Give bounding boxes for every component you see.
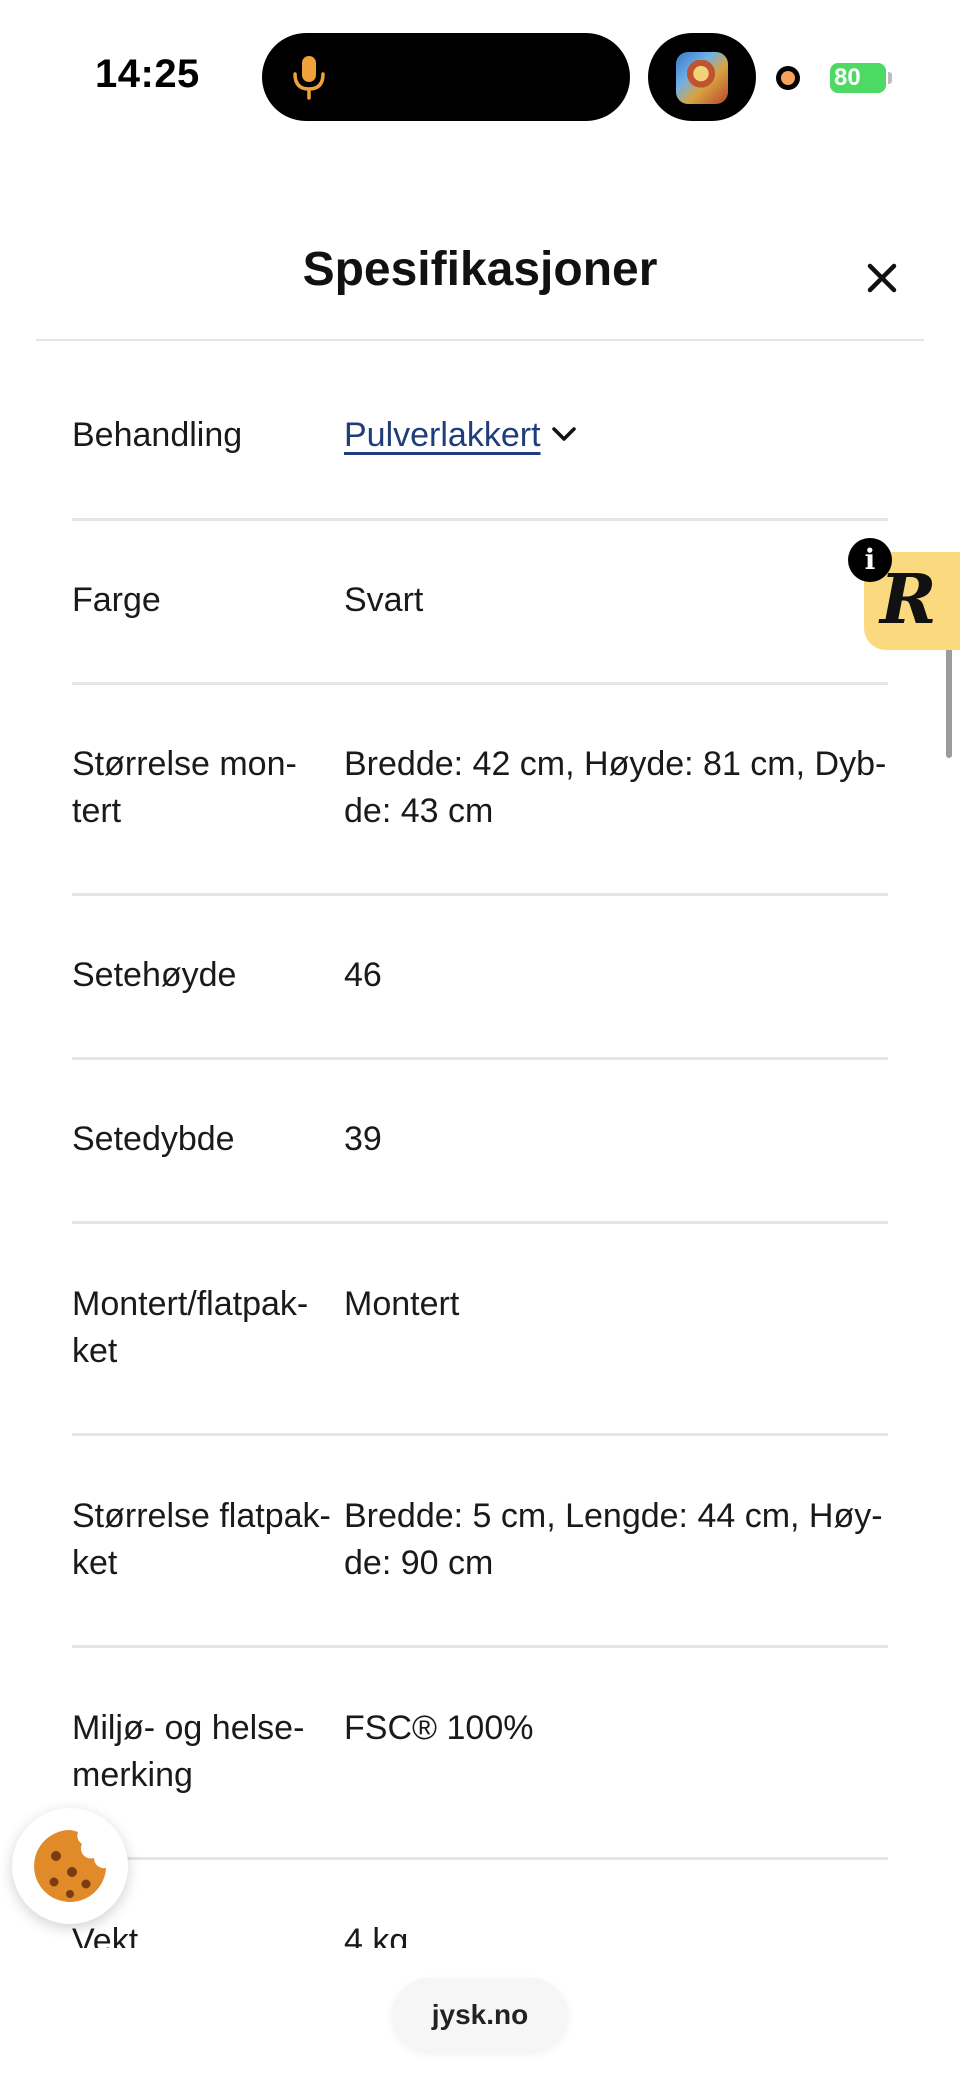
spec-value: Bredde: 5 cm, Lengde: 44 cm, Høy-de: 90 … xyxy=(344,1497,883,1582)
battery-tip xyxy=(888,72,892,84)
spec-row-montert: Montert/flatpak-ket Montert xyxy=(72,1224,888,1436)
spec-row-setehoyde: Setehøyde 46 xyxy=(72,896,888,1060)
spec-label: Størrelse mon-tert xyxy=(72,745,297,830)
header-divider xyxy=(36,339,924,341)
spec-list: Behandling Pulverlakkert Farge Svart Stø… xyxy=(72,342,888,2020)
recording-indicator-icon xyxy=(776,66,800,90)
spec-value: 46 xyxy=(344,956,382,994)
spec-row-storrelse-flatpakket: Størrelse flatpak-ket Bredde: 5 cm, Leng… xyxy=(72,1436,888,1648)
status-bar: 14:25 80 xyxy=(0,0,960,150)
cookie-settings-button[interactable] xyxy=(12,1808,128,1924)
spec-label: Setedybde xyxy=(72,1120,235,1158)
spec-value: Bredde: 42 cm, Høyde: 81 cm, Dyb-de: 43 … xyxy=(344,745,887,830)
spec-row-storrelse-montert: Størrelse mon-tert Bredde: 42 cm, Høyde:… xyxy=(72,685,888,896)
status-time: 14:25 xyxy=(95,52,200,96)
spec-label: Størrelse flatpak-ket xyxy=(72,1497,331,1582)
spec-value: Pulverlakkert xyxy=(344,412,888,518)
spec-value: 39 xyxy=(344,1120,382,1158)
spec-label: Farge xyxy=(72,581,161,619)
spec-label: Setehøyde xyxy=(72,956,237,994)
spec-row-farge: Farge Svart xyxy=(72,521,888,685)
url-bar[interactable]: jysk.no xyxy=(392,1978,568,2052)
cookie-icon xyxy=(34,1830,106,1902)
page-title: Spesifikasjoner xyxy=(302,243,658,296)
microphone-icon xyxy=(293,56,325,100)
battery-level: 80 xyxy=(834,64,861,91)
battery-indicator: 80 xyxy=(830,63,886,93)
spec-label: Behandling xyxy=(72,416,243,454)
spec-value: Montert xyxy=(344,1285,460,1323)
info-icon[interactable]: i xyxy=(848,538,892,582)
close-icon[interactable] xyxy=(862,258,902,298)
spec-value: Svart xyxy=(344,581,424,619)
spec-row-miljo: Miljø- og helse-merking FSC® 100% xyxy=(72,1648,888,1860)
spec-value: FSC® 100% xyxy=(344,1709,534,1747)
spec-row-setedybde: Setedybde 39 xyxy=(72,1060,888,1224)
spec-row-behandling: Behandling Pulverlakkert xyxy=(72,342,888,521)
spec-label: Montert/flatpak-ket xyxy=(72,1285,309,1370)
r-logo-icon: R xyxy=(880,560,937,640)
app-thumbnail-icon xyxy=(676,52,728,104)
treatment-link[interactable]: Pulverlakkert xyxy=(344,416,541,454)
chevron-down-icon[interactable] xyxy=(551,425,577,443)
